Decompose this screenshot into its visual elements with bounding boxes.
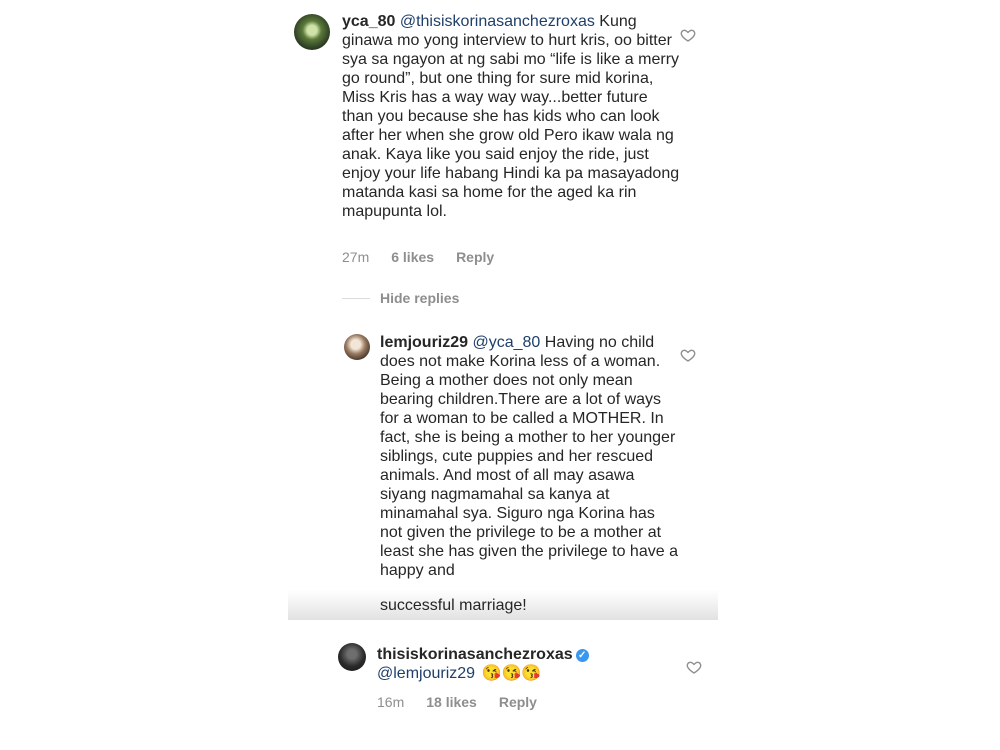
avatar[interactable]: [338, 643, 366, 671]
replies-divider: [342, 298, 370, 299]
comment-time[interactable]: 16m: [377, 694, 404, 710]
comment-username[interactable]: yca_80: [342, 13, 395, 30]
avatar[interactable]: [294, 14, 330, 50]
reply-button[interactable]: Reply: [499, 694, 537, 710]
reply-button[interactable]: Reply: [456, 249, 494, 265]
comment-time[interactable]: 27m: [342, 249, 369, 265]
comment-body-last-line: successful marriage!: [380, 597, 527, 614]
comment-username[interactable]: thisiskorinasanchezroxas: [377, 646, 573, 663]
comment-body: Kung ginawa mo yong interview to hurt kr…: [342, 13, 680, 220]
heart-icon[interactable]: [686, 659, 702, 675]
verified-badge-icon: ✓: [575, 649, 589, 662]
comment-meta: 27m 6 likes Reply: [342, 249, 494, 265]
comment-text: lemjouriz29 @yca_80 Having no child does…: [380, 333, 680, 580]
mention-link[interactable]: @lemjouriz29: [377, 665, 475, 682]
comment-text: thisiskorinasanchezroxas ✓ @lemjouriz29 😘😘…: [377, 645, 677, 683]
mention-link[interactable]: @thisiskorinasanchezroxas: [400, 13, 595, 30]
mention-link[interactable]: @yca_80: [472, 334, 540, 351]
comment-meta: 16m 18 likes Reply: [377, 694, 537, 710]
likes-count[interactable]: 18 likes: [426, 694, 477, 710]
likes-count[interactable]: 6 likes: [391, 249, 434, 265]
kiss-emoji-icons: 😘😘😘: [481, 665, 542, 682]
comment-text: yca_80 @thisiskorinasanchezroxas Kung gi…: [342, 12, 682, 221]
hide-replies-button[interactable]: Hide replies: [380, 290, 459, 306]
comment-body: Having no child does not make Korina les…: [380, 334, 678, 579]
heart-icon[interactable]: [680, 27, 696, 43]
avatar[interactable]: [344, 334, 370, 360]
heart-icon[interactable]: [680, 347, 696, 363]
comment-username[interactable]: lemjouriz29: [380, 334, 468, 351]
